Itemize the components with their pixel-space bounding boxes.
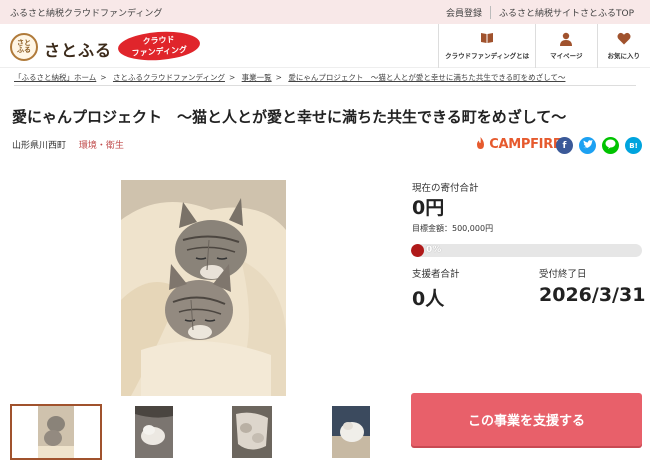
project-main-image [121, 180, 286, 396]
nav-favorites[interactable]: お気に入り [596, 24, 650, 68]
municipality[interactable]: 山形県川西町 [12, 141, 66, 151]
category-tag[interactable]: 環境・衛生 [79, 141, 124, 151]
thumbnail-1[interactable] [10, 404, 102, 460]
supporters-value: 0人 [412, 288, 445, 310]
thumbnail-4[interactable] [332, 406, 370, 458]
thumbnail-strip [10, 404, 390, 460]
campfire-label: CAMPFIRE [489, 137, 562, 152]
breadcrumb-home[interactable]: 「ふるさと納税」ホーム [14, 73, 96, 82]
top-links: 会員登録 ふるさと納税サイトさとふるTOP [438, 6, 642, 19]
twitter-share-button[interactable] [579, 137, 596, 154]
satofull-top-link[interactable]: ふるさと納税サイトさとふるTOP [489, 6, 642, 19]
hatena-share-button[interactable]: B! [625, 137, 642, 154]
current-total-value: 0円 [412, 197, 445, 219]
line-share-button[interactable] [602, 137, 619, 154]
progress-bar: 0% [411, 244, 642, 257]
supporters-label: 支援者合計 [412, 269, 460, 280]
deadline-label: 受付終了日 [539, 269, 587, 280]
header-nav: クラウドファンディングとは マイページ お気に入り [438, 24, 650, 68]
progress-fill [411, 244, 424, 257]
nav-about-label: クラウドファンディングとは [445, 52, 530, 60]
breadcrumb: 「ふるさと納税」ホーム > さとふるクラウドファンディング > 事業一覧 > 愛にゃん… [14, 72, 636, 86]
nav-favorites-label: お気に入り [607, 52, 641, 60]
support-project-button[interactable]: この事業を支援する [411, 393, 642, 446]
goal-amount: 目標金額：500,000円 [412, 224, 494, 233]
breadcrumb-crowdfunding[interactable]: さとふるクラウドファンディング [113, 73, 225, 82]
breadcrumb-current[interactable]: 愛にゃんプロジェクト ～猫と人とが愛と幸せに満ちた共生できる町をめざして～ [288, 73, 565, 82]
nav-about-crowdfunding[interactable]: クラウドファンディングとは [438, 24, 535, 68]
site-header: さとふる さとふる クラウド ファンディング クラウドファンディングとは マイペ… [0, 24, 650, 68]
logo-text[interactable]: さとふる [44, 37, 112, 61]
nav-mypage[interactable]: マイページ [535, 24, 596, 68]
current-total-label: 現在の寄付合計 [412, 183, 479, 194]
thumbnail-2[interactable] [135, 406, 173, 458]
thumbnail-3[interactable] [232, 406, 272, 458]
deadline-value: 2026/3/31 [539, 284, 646, 306]
line-icon [605, 139, 616, 152]
breadcrumb-project-list[interactable]: 事業一覧 [242, 73, 272, 82]
facebook-icon: f [562, 140, 567, 151]
top-bar: ふるさと納税クラウドファンディング 会員登録 ふるさと納税サイトさとふるTOP [0, 0, 650, 24]
heart-icon [617, 32, 631, 48]
hatena-icon: B! [629, 141, 638, 150]
nav-mypage-label: マイページ [550, 52, 583, 60]
project-title: 愛にゃんプロジェクト ～猫と人とが愛と幸せに満ちた共生できる町をめざして～ [12, 108, 567, 126]
campfire-logo: CAMPFIRE [476, 137, 562, 152]
facebook-share-button[interactable]: f [556, 137, 573, 154]
crowdfunding-badge[interactable]: クラウド ファンディング [117, 29, 201, 63]
project-meta: 山形県川西町 環境・衛生 [12, 138, 124, 151]
satofull-logo[interactable]: さとふる [10, 33, 38, 61]
person-icon [559, 32, 573, 48]
site-tagline: ふるさと納税クラウドファンディング [10, 9, 163, 19]
flame-icon [476, 137, 489, 152]
twitter-icon [582, 139, 593, 152]
register-link[interactable]: 会員登録 [438, 6, 490, 19]
progress-percent: 0% [426, 245, 442, 255]
book-icon [480, 32, 494, 48]
